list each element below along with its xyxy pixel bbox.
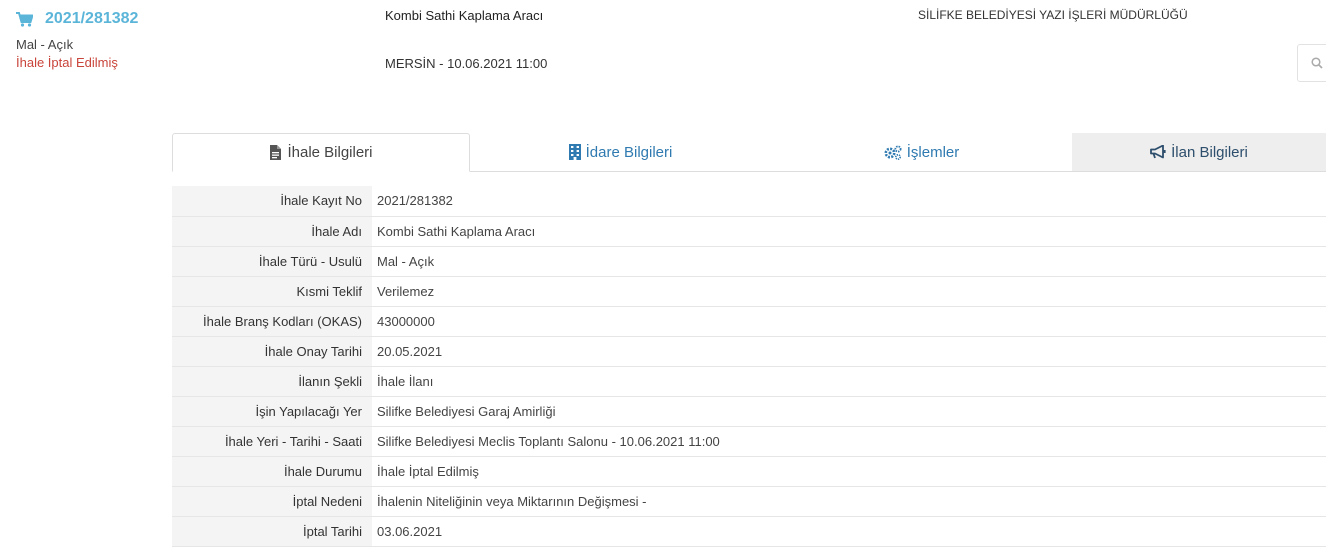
table-row: İhale Onay Tarihi 20.05.2021 xyxy=(172,336,1326,367)
building-icon xyxy=(568,144,581,160)
table-row: İhale Durumu İhale İptal Edilmiş xyxy=(172,456,1326,487)
row-value: 2021/281382 xyxy=(372,186,1326,217)
row-label: İhale Adı xyxy=(172,216,372,247)
table-row: İhale Kayıt No 2021/281382 xyxy=(172,186,1326,217)
row-value: Silifke Belediyesi Garaj Amirliği xyxy=(372,396,1326,427)
row-label: İhale Yeri - Tarihi - Saati xyxy=(172,426,372,457)
table-row: İptal Nedeni İhalenin Niteliğinin veya Mi… xyxy=(172,486,1326,517)
row-value: Kombi Sathi Kaplama Aracı xyxy=(372,216,1326,247)
tab-ihale-bilgileri[interactable]: İhale Bilgileri xyxy=(172,133,470,172)
row-label: İhale Branş Kodları (OKAS) xyxy=(172,306,372,337)
row-value: İhale İlanı xyxy=(372,366,1326,397)
table-row: İhale Adı Kombi Sathi Kaplama Aracı xyxy=(172,216,1326,247)
administration-name: SİLİFKE BELEDİYESİ YAZI İŞLERİ MÜDÜRLÜĞÜ xyxy=(918,8,1188,22)
tender-details-table: İhale Kayıt No 2021/281382 İhale Adı Kombi… xyxy=(172,186,1326,547)
tab-idare-bilgileri[interactable]: İdare Bilgileri xyxy=(470,133,771,171)
tab-label: İşlemler xyxy=(906,143,960,161)
row-label: İhale Durumu xyxy=(172,456,372,487)
row-value: İhalenin Niteliğinin veya Miktarının Değ… xyxy=(372,486,1326,517)
row-label: İhale Türü - Usulü xyxy=(172,246,372,277)
row-value: 43000000 xyxy=(372,306,1326,337)
table-row: İlanın Şekli İhale İlanı xyxy=(172,366,1326,397)
gears-icon xyxy=(884,145,902,160)
tab-label: İlan Bilgileri xyxy=(1171,143,1248,161)
row-label: İptal Nedeni xyxy=(172,486,372,517)
search-button[interactable] xyxy=(1297,44,1326,82)
cart-icon xyxy=(16,11,33,27)
tab-ilan-bilgileri[interactable]: İlan Bilgileri xyxy=(1072,133,1326,171)
table-row: İhale Yeri - Tarihi - Saati Silifke Beled… xyxy=(172,426,1326,457)
tab-islemler[interactable]: İşlemler xyxy=(771,133,1072,171)
table-row: İptal Tarihi 03.06.2021 xyxy=(172,516,1326,547)
row-value: Verilemez xyxy=(372,276,1326,307)
tender-summary: 2021/281382 Mal - Açık İhale İptal Edilm… xyxy=(16,10,138,70)
row-label: İhale Kayıt No xyxy=(172,186,372,217)
row-value: 03.06.2021 xyxy=(372,516,1326,547)
row-label: İhale Onay Tarihi xyxy=(172,336,372,367)
file-icon xyxy=(270,145,282,160)
row-value: Mal - Açık xyxy=(372,246,1326,277)
megaphone-icon xyxy=(1150,145,1166,159)
row-label: İlanın Şekli xyxy=(172,366,372,397)
row-value: Silifke Belediyesi Meclis Toplantı Salon… xyxy=(372,426,1326,457)
tender-type: Mal - Açık xyxy=(16,37,74,52)
tab-label: İdare Bilgileri xyxy=(585,143,673,161)
tab-label: İhale Bilgileri xyxy=(287,144,373,161)
table-row: Kısmi Teklif Verilemez xyxy=(172,276,1326,307)
tender-place-date: MERSİN - 10.06.2021 11:00 xyxy=(385,56,548,71)
row-value: İhale İptal Edilmiş xyxy=(372,456,1326,487)
tender-number-row[interactable]: 2021/281382 xyxy=(16,10,138,28)
table-row: İhale Türü - Usulü Mal - Açık xyxy=(172,246,1326,277)
table-row: İşin Yapılacağı Yer Silifke Belediyesi Ga… xyxy=(172,396,1326,427)
table-row: İhale Branş Kodları (OKAS) 43000000 xyxy=(172,306,1326,337)
row-label: İşin Yapılacağı Yer xyxy=(172,396,372,427)
row-label: İptal Tarihi xyxy=(172,516,372,547)
tender-number: 2021/281382 xyxy=(45,10,139,27)
row-label: Kısmi Teklif xyxy=(172,276,372,307)
tender-title: Kombi Sathi Kaplama Aracı xyxy=(385,8,544,23)
tender-status: İhale İptal Edilmiş xyxy=(16,55,118,70)
search-icon xyxy=(1311,57,1323,69)
row-value: 20.05.2021 xyxy=(372,336,1326,367)
tender-tabs: İhale Bilgileri İdare Bilgileri İşlemler… xyxy=(172,133,1326,172)
